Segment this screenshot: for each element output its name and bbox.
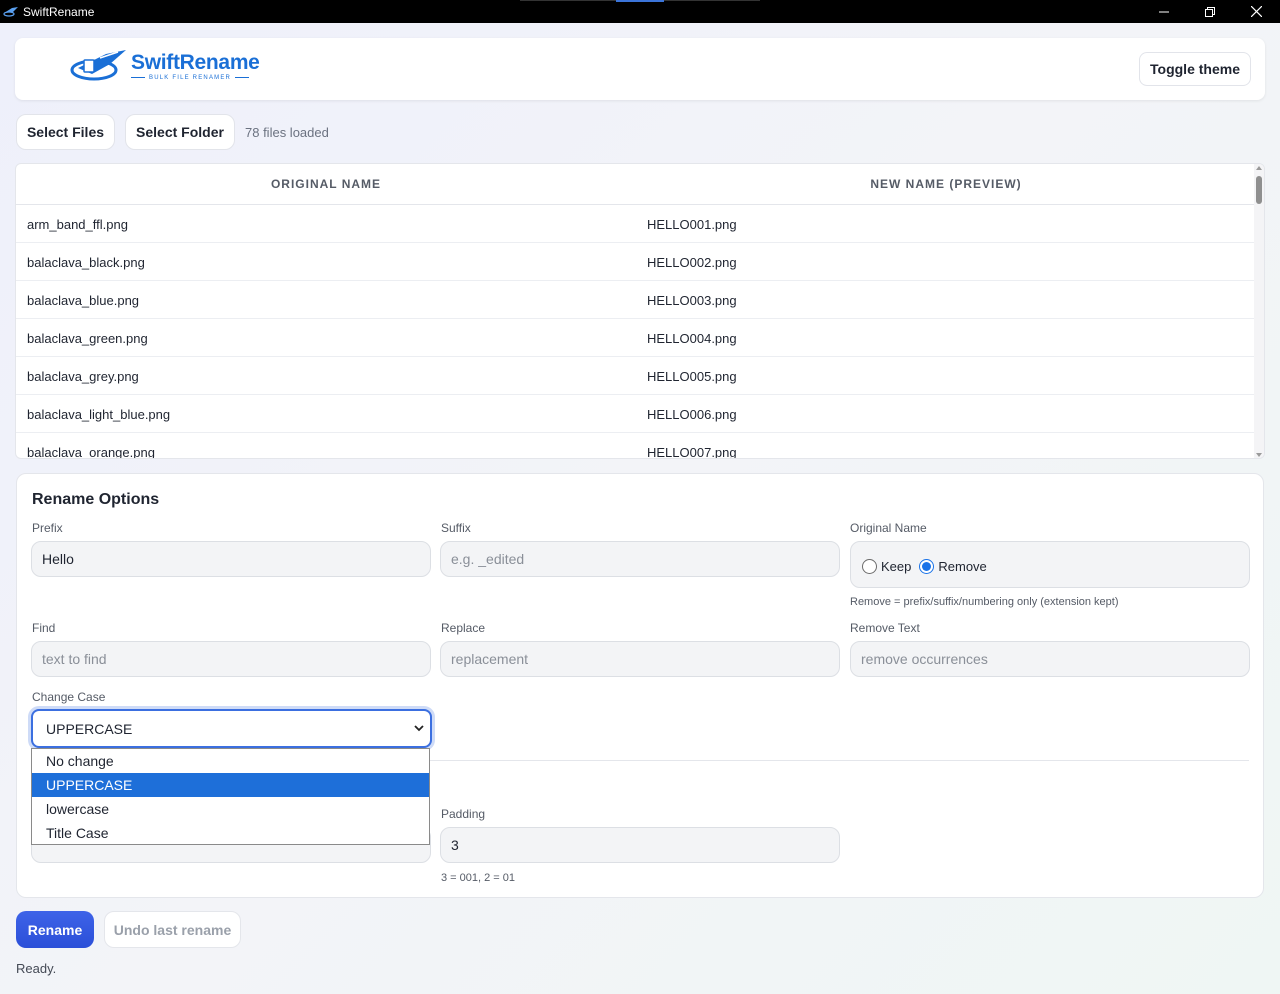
cell-original-name: balaclava_black.png [27,255,145,270]
padding-input[interactable] [440,827,840,863]
titlebar-indicator [616,0,664,2]
remove-text-input[interactable] [850,641,1250,677]
remove-radio[interactable] [919,558,935,574]
restore-icon [1205,6,1215,17]
remove-text-label: Remove Text [850,621,920,635]
case-option-title-case[interactable]: Title Case [32,821,429,845]
minimize-icon [1159,11,1169,12]
undo-last-rename-button[interactable]: Undo last rename [104,911,241,948]
case-option-lowercase[interactable]: lowercase [32,797,429,821]
select-folder-button[interactable]: Select Folder [125,114,235,150]
table-row[interactable]: balaclava_green.png HELLO004.png [16,319,1256,357]
logo-subtitle: BULK FILE RENAMER [131,75,260,81]
select-files-button[interactable]: Select Files [16,114,115,150]
scroll-down-arrow-icon[interactable] [1256,453,1262,457]
app-logo: SwiftRename BULK FILE RENAMER [70,48,260,84]
cell-original-name: arm_band_ffl.png [27,217,128,232]
minimize-button[interactable] [1141,0,1187,23]
chevron-down-icon [414,725,424,732]
files-loaded-count: 78 files loaded [245,125,329,140]
replace-input[interactable] [440,641,840,677]
original-name-radio-group: Keep Remove [850,541,1250,588]
case-option-uppercase[interactable]: UPPERCASE [32,773,429,797]
cell-new-name: HELLO003.png [647,293,737,308]
column-header-original[interactable]: ORIGINAL NAME [16,164,636,204]
rename-options-title: Rename Options [32,491,160,508]
logo-subtitle-text: BULK FILE RENAMER [149,74,232,81]
scroll-up-arrow-icon[interactable] [1256,166,1262,170]
keep-radio-label: Keep [881,558,912,574]
remove-radio-option[interactable]: Remove [919,556,987,574]
header-card: SwiftRename BULK FILE RENAMER Toggle the… [15,38,1265,100]
cell-original-name: balaclava_green.png [27,331,148,346]
cell-new-name: HELLO001.png [647,217,737,232]
cell-new-name: HELLO004.png [647,331,737,346]
cell-new-name: HELLO005.png [647,369,737,384]
suffix-label: Suffix [441,521,471,535]
change-case-selected-value: UPPERCASE [46,720,133,737]
table-row[interactable]: balaclava_light_blue.png HELLO006.png [16,395,1256,433]
change-case-label: Change Case [32,690,106,704]
logo-title: SwiftRename [131,50,260,74]
table-row[interactable]: balaclava_grey.png HELLO005.png [16,357,1256,395]
keep-radio-option[interactable]: Keep [862,556,911,574]
rename-button[interactable]: Rename [16,911,94,948]
table-scrollbar[interactable] [1254,164,1264,458]
column-header-new[interactable]: NEW NAME (PREVIEW) [636,164,1256,204]
table-row[interactable]: balaclava_orange.png HELLO007.png [16,433,1256,459]
toggle-theme-button[interactable]: Toggle theme [1139,52,1251,86]
original-name-hint: Remove = prefix/suffix/numbering only (e… [850,596,1119,608]
change-case-dropdown-list: No change UPPERCASE lowercase Title Case [31,748,430,845]
replace-label: Replace [441,621,486,635]
table-row[interactable]: balaclava_black.png HELLO002.png [16,243,1256,281]
cell-original-name: balaclava_orange.png [27,445,155,459]
cell-new-name: HELLO007.png [647,445,737,459]
close-button[interactable] [1233,0,1279,23]
window-title: SwiftRename [23,4,95,19]
cell-new-name: HELLO002.png [647,255,737,270]
change-case-select[interactable]: UPPERCASE [31,709,432,748]
padding-label: Padding [441,807,486,821]
prefix-input[interactable] [31,541,431,577]
padding-hint: 3 = 001, 2 = 01 [441,872,516,884]
table-row[interactable]: arm_band_ffl.png HELLO001.png [16,205,1256,243]
status-text: Ready. [16,961,57,976]
logo-icon [70,50,126,81]
remove-radio-label: Remove [938,558,987,574]
window-titlebar: SwiftRename [0,0,1280,23]
prefix-label: Prefix [32,521,63,535]
cell-original-name: balaclava_blue.png [27,293,140,308]
app-icon [3,5,19,19]
cell-original-name: balaclava_light_blue.png [27,407,171,422]
cell-new-name: HELLO006.png [647,407,737,422]
file-preview-table: ORIGINAL NAME NEW NAME (PREVIEW) arm_ban… [15,163,1265,459]
maximize-button[interactable] [1187,0,1233,23]
case-option-no-change[interactable]: No change [32,749,429,773]
close-icon [1250,6,1262,17]
original-name-label: Original Name [850,521,927,535]
table-body: arm_band_ffl.png HELLO001.png balaclava_b… [16,205,1256,459]
scroll-thumb[interactable] [1256,176,1262,204]
find-input[interactable] [31,641,431,677]
table-row[interactable]: balaclava_blue.png HELLO003.png [16,281,1256,319]
keep-radio[interactable] [862,558,877,574]
cell-original-name: balaclava_grey.png [27,369,139,384]
find-label: Find [32,621,56,635]
suffix-input[interactable] [440,541,840,577]
